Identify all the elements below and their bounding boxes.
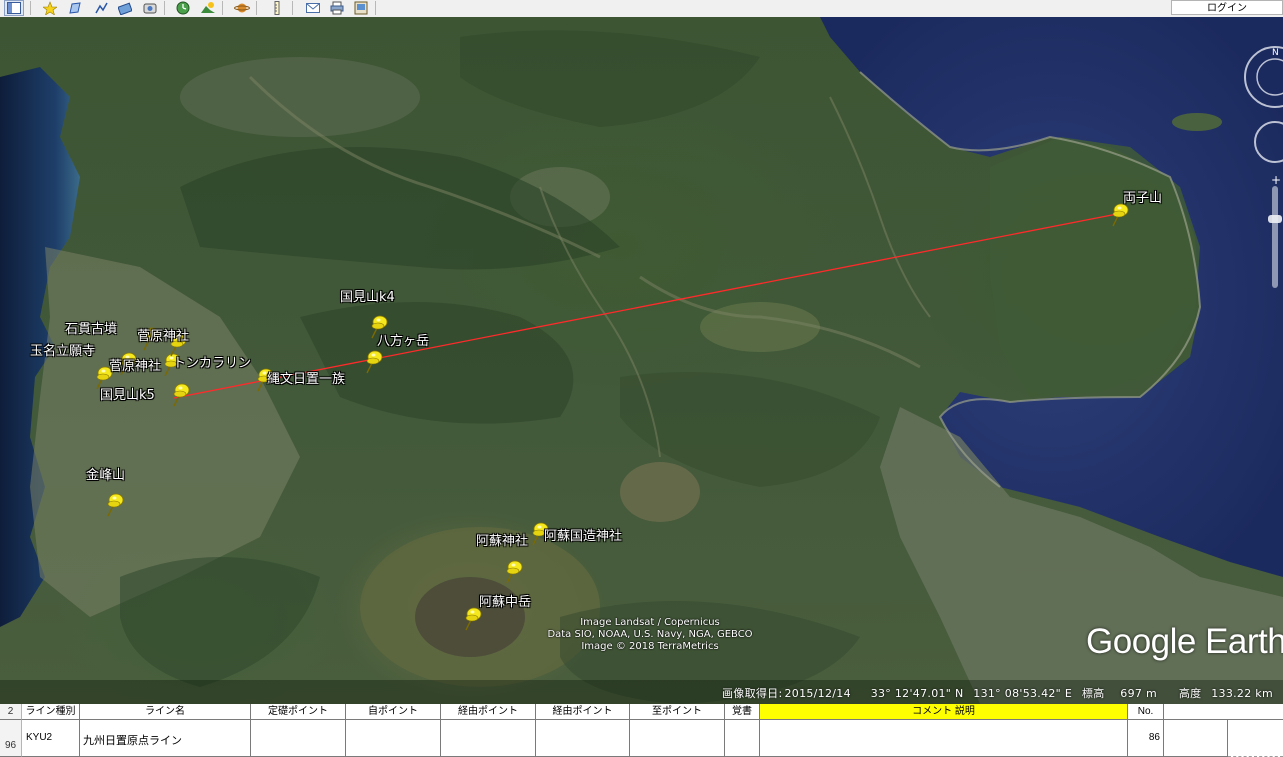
placemark-label-jomon-hioki[interactable]: 縄文日置一族 (267, 373, 345, 387)
empty-cell[interactable] (1228, 720, 1283, 757)
placemark-pin-icon[interactable] (102, 492, 126, 518)
add-image-overlay-icon[interactable] (116, 0, 133, 16)
empty-cell[interactable] (1164, 720, 1228, 757)
row-number: 96 (0, 720, 22, 757)
altitude-label: 高度 (1178, 687, 1202, 700)
add-placemark-icon[interactable] (41, 0, 58, 16)
data-cell[interactable] (251, 720, 346, 757)
sunlight-icon[interactable] (199, 0, 216, 16)
header-cell[interactable]: No. (1128, 704, 1164, 720)
header-cell[interactable]: 至ポイント (630, 704, 725, 720)
placemark-label-aso-nakadake[interactable]: 阿蘇中岳 (479, 596, 531, 610)
header-cell[interactable]: 定礎ポイント (251, 704, 346, 720)
header-cell[interactable]: ライン種別 (22, 704, 80, 720)
status-readout: 画像取得日: 2015/12/14 33° 12'47.01" N 131° 08… (716, 685, 1273, 701)
placemark-pin-icon[interactable] (168, 382, 192, 408)
placemark-label-aso-kokuzo[interactable]: 阿蘇国造神社 (544, 530, 622, 544)
altitude: 133.22 km (1211, 687, 1273, 700)
planets-icon[interactable] (233, 0, 250, 16)
svg-text:+: + (1271, 173, 1281, 187)
email-icon[interactable] (304, 0, 321, 16)
data-cell[interactable]: KYU2 (22, 720, 80, 757)
toolbar: ログイン (0, 0, 1283, 18)
move-joystick-icon[interactable] (1254, 121, 1283, 163)
elevation: 697 m (1120, 687, 1158, 700)
placemark-pin-icon[interactable] (361, 349, 385, 375)
attribution-line: Data SIO, NOAA, U.S. Navy, NGA, GEBCO (547, 629, 753, 640)
placemark-label-sugawara-1[interactable]: 菅原神社 (137, 330, 189, 344)
zoom-slider-icon[interactable]: + (1268, 173, 1282, 288)
login-button[interactable]: ログイン (1171, 0, 1283, 15)
ruler-icon[interactable] (268, 0, 285, 16)
header-cell[interactable]: 覚書 (725, 704, 760, 720)
placemark-label-tonkarin[interactable]: トンカラリン (173, 357, 251, 371)
svg-text:N: N (1272, 48, 1279, 58)
empty-cell[interactable] (1164, 704, 1283, 720)
sidebar-toggle-icon[interactable] (4, 0, 24, 16)
google-earth-logo: Google Earth (1086, 622, 1283, 661)
header-cell[interactable]: 自ポイント (346, 704, 441, 720)
imagery-date-label: 画像取得日: (721, 687, 783, 700)
placemark-label-ishinuki[interactable]: 石貫古墳 (65, 323, 117, 337)
placemark-label-happougatake[interactable]: 八方ヶ岳 (377, 335, 429, 349)
attribution-line: Image © 2018 TerraMetrics (581, 641, 719, 652)
data-cell[interactable]: 86 (1128, 720, 1164, 757)
longitude: 131° 08'53.42" E (973, 687, 1073, 700)
attribution-line: Image Landsat / Copernicus (580, 617, 720, 628)
placemark-label-kinposan[interactable]: 金峰山 (86, 469, 125, 483)
header-cell-highlighted[interactable]: コメント 説明 (760, 704, 1128, 720)
placemark-pin-icon[interactable] (501, 559, 525, 585)
header-cell[interactable]: ライン名 (80, 704, 251, 720)
header-cell[interactable]: 経由ポイント (536, 704, 630, 720)
placemark-label-sugawara-2[interactable]: 菅原神社 (109, 360, 161, 374)
data-cell[interactable] (630, 720, 725, 757)
placemark-label-kunimiyama-k4[interactable]: 国見山k4 (340, 291, 395, 305)
print-icon[interactable] (328, 0, 345, 16)
spreadsheet-strip: 2 ライン種別 ライン名 定礎ポイント 自ポイント 経由ポイント 経由ポイント … (0, 704, 1283, 757)
placemark-label-ryoshisan[interactable]: 両子山 (1123, 192, 1162, 206)
data-cell[interactable] (441, 720, 536, 757)
data-cell[interactable] (760, 720, 1128, 757)
save-image-icon[interactable] (352, 0, 369, 16)
placemark-label-kunimiyama-k5[interactable]: 国見山k5 (100, 389, 155, 403)
historical-imagery-icon[interactable] (174, 0, 191, 16)
navigation-controls: N + (1232, 37, 1283, 297)
record-tour-icon[interactable] (141, 0, 158, 16)
latitude: 33° 12'47.01" N (870, 687, 964, 700)
look-joystick-icon[interactable]: N (1244, 46, 1283, 108)
header-cell[interactable]: 経由ポイント (441, 704, 536, 720)
data-cell[interactable] (725, 720, 760, 757)
elevation-label: 標高 (1081, 687, 1105, 700)
add-path-icon[interactable] (92, 0, 109, 16)
imagery-date: 2015/12/14 (784, 687, 851, 700)
data-cell[interactable] (346, 720, 441, 757)
data-cell[interactable] (536, 720, 630, 757)
earth-map-view[interactable]: 両子山 国見山k4 八方ヶ岳 縄文日置一族 トンカラリン 菅原神社 菅原神社 石… (0, 17, 1283, 704)
imagery-attribution: Image Landsat / Copernicus Data SIO, NOA… (520, 617, 780, 653)
placemark-label-tamana-ryuganji[interactable]: 玉名立願寺 (30, 345, 95, 359)
placemark-label-aso-jinja[interactable]: 阿蘇神社 (476, 535, 528, 549)
add-polygon-icon[interactable] (66, 0, 83, 16)
row-number: 2 (0, 704, 22, 720)
data-cell[interactable]: 九州日置原点ライン (80, 720, 251, 757)
